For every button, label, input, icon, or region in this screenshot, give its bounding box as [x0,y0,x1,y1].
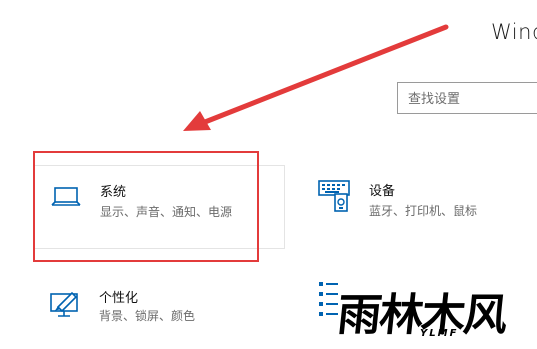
tile-title: 个性化 [99,291,139,306]
tile-system[interactable]: 系统 显示、声音、通知、电源 [33,165,285,249]
window-title: Wind [491,20,537,44]
search-input[interactable] [408,89,537,109]
search-box[interactable] [397,82,537,114]
tile-description: 显示、声音、通知、电源 [100,205,233,219]
keyboard-device-icon [318,180,352,216]
tile-devices[interactable]: 设备 蓝牙、打印机、鼠标 [318,165,537,249]
laptop-icon [51,185,81,213]
tile-title: 设备 [369,184,396,199]
tile-personalization[interactable]: 个性化 背景、锁屏、颜色 [33,278,285,348]
paint-monitor-icon [50,291,80,323]
tile-title: 系统 [100,185,127,200]
tile-description: 蓝牙、打印机、鼠标 [369,204,478,218]
tile-description: 背景、锁屏、颜色 [99,309,196,323]
watermark-sub: YLMF [420,328,459,339]
watermark-logo: 雨林木风 YLMF [334,283,537,349]
